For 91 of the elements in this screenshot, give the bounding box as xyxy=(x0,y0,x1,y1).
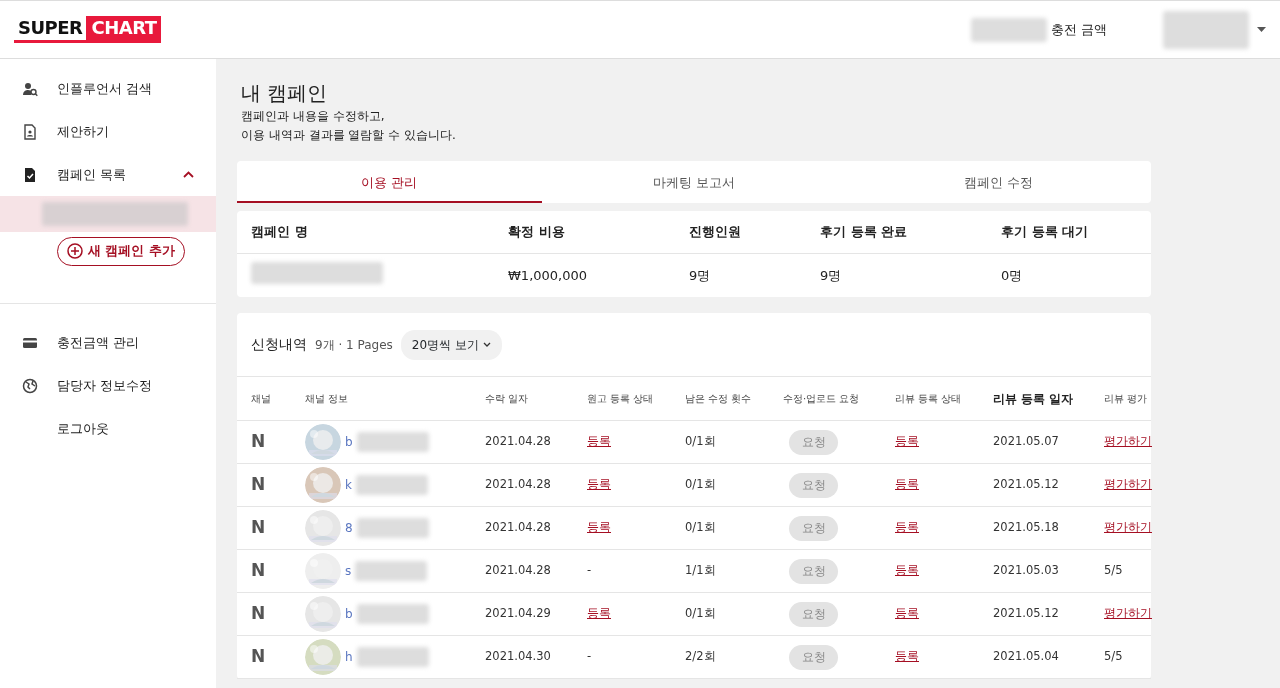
table-cell-text: 2021.05.04 xyxy=(993,648,1060,666)
add-campaign-button[interactable]: 새 캠페인 추가 xyxy=(57,237,185,266)
column-header: 리뷰 평가 xyxy=(1104,392,1149,406)
table-cell-text: 2021.05.07 xyxy=(993,433,1060,451)
table-cell-text: 2021.04.28 xyxy=(485,433,552,451)
table-cell-text: ₩1,000,000 xyxy=(508,266,588,285)
channel-name[interactable]: b xyxy=(345,433,353,451)
page-title: 내 캠페인 xyxy=(241,80,329,107)
page-size-dropdown[interactable]: 20명씩 보기 xyxy=(400,329,502,360)
link[interactable]: 평가하기 xyxy=(1104,434,1152,449)
section-title: 신청내역 xyxy=(251,335,307,354)
tab[interactable]: 마케팅 보고서 xyxy=(541,161,847,203)
column-header: 채널 정보 xyxy=(305,392,350,406)
table-cell-text: 0/1회 xyxy=(685,476,717,494)
link[interactable]: 평가하기 xyxy=(1104,606,1152,621)
table-cell-text: 2021.04.28 xyxy=(485,562,552,580)
chevron-down-icon xyxy=(482,342,491,348)
channel-name[interactable]: k xyxy=(345,476,352,494)
table-cell: 5/5 xyxy=(1104,563,1123,578)
sidebar-item[interactable]: 제안하기 xyxy=(0,110,216,153)
table-cell-text: 0명 xyxy=(1001,266,1024,285)
logo[interactable]: SUPER CHART xyxy=(14,16,162,43)
column-header: 수정·업로드 요청 xyxy=(783,392,861,406)
channel-name[interactable]: b xyxy=(345,605,353,623)
balance-label: 충전 금액 xyxy=(1050,20,1107,39)
table-cell-text: 2021.05.18 xyxy=(993,519,1060,537)
link[interactable]: 등록 xyxy=(895,434,919,449)
channel-label: N xyxy=(251,517,266,538)
channel-label: N xyxy=(251,646,266,667)
table-cell: - xyxy=(587,563,592,578)
column-header: 후기 등록 대기 xyxy=(1001,223,1090,242)
table-cell-text: 0/1회 xyxy=(685,433,717,451)
link[interactable]: 등록 xyxy=(895,520,919,535)
globe-icon xyxy=(22,377,38,394)
table-cell-text: 2021.04.28 xyxy=(485,519,552,537)
sidebar-item[interactable]: 담당자 정보수정 xyxy=(0,364,216,407)
link[interactable]: 평가하기 xyxy=(1104,477,1152,492)
sidebar-item[interactable]: 충전금액 관리 xyxy=(0,321,216,364)
table-cell-text: 9명 xyxy=(689,266,712,285)
link[interactable]: 등록 xyxy=(895,606,919,621)
tab[interactable]: 캠페인 수정 xyxy=(846,161,1151,203)
link[interactable]: 등록 xyxy=(895,649,919,664)
column-header: 수락 일자 xyxy=(485,392,530,406)
column-header: 캠페인 명 xyxy=(251,223,309,242)
column-header: 확정 비용 xyxy=(508,223,566,242)
link[interactable]: 등록 xyxy=(895,477,919,492)
column-header: 채널 xyxy=(251,392,272,406)
tab[interactable]: 이용 관리 xyxy=(237,161,542,203)
user-search-icon xyxy=(22,80,38,97)
table-cell: 5/5 xyxy=(1104,649,1123,664)
table-cell-text: 2/2회 xyxy=(685,648,717,666)
channel-name[interactable]: s xyxy=(345,562,352,580)
channel-label: N xyxy=(251,474,266,495)
table-cell-text: 2021.04.29 xyxy=(485,605,552,623)
table-cell-text: 1/1회 xyxy=(685,562,717,580)
table-cell-text: 0/1회 xyxy=(685,519,717,537)
table-cell-text: 2021.04.30 xyxy=(485,648,552,666)
document-icon xyxy=(22,123,38,140)
table-cell-text: 0/1회 xyxy=(685,605,717,623)
page-subtitle: 이용 내역과 결과를 열람할 수 있습니다. xyxy=(241,127,457,144)
column-header: 진행인원 xyxy=(689,223,742,242)
plus-circle-icon xyxy=(67,243,83,260)
sidebar-item[interactable]: 캠페인 목록 xyxy=(0,153,216,196)
table-cell: - xyxy=(587,649,592,664)
link[interactable]: 등록 xyxy=(895,563,919,578)
channel-label: N xyxy=(251,431,266,452)
link[interactable]: 등록 xyxy=(587,520,611,535)
channel-name[interactable]: 8 xyxy=(345,519,353,537)
link[interactable]: 등록 xyxy=(587,606,611,621)
table-cell-text: 2021.05.03 xyxy=(993,562,1060,580)
table-cell-text: 9명 xyxy=(820,266,843,285)
document-check-icon xyxy=(22,166,38,183)
page-count: 9개 · 1 Pages xyxy=(315,336,393,354)
channel-name[interactable]: h xyxy=(345,648,353,666)
link[interactable]: 등록 xyxy=(587,477,611,492)
table-cell-text: 2021.05.12 xyxy=(993,476,1060,494)
sidebar-item[interactable]: 로그아웃 xyxy=(0,407,216,450)
chevron-up-icon[interactable] xyxy=(183,171,194,178)
channel-label: N xyxy=(251,603,266,624)
table-cell-text: 2021.04.28 xyxy=(485,476,552,494)
link[interactable]: 평가하기 xyxy=(1104,520,1152,535)
column-header: 원고 등록 상태 xyxy=(587,392,655,406)
page-subtitle: 캠페인과 내용을 수정하고, xyxy=(241,108,386,125)
sidebar-item[interactable]: 인플루언서 검색 xyxy=(0,67,216,110)
column-header: 후기 등록 완료 xyxy=(820,223,909,242)
channel-label: N xyxy=(251,560,266,581)
link[interactable]: 등록 xyxy=(587,434,611,449)
table-cell-text: 2021.05.12 xyxy=(993,605,1060,623)
column-header: 리뷰 등록 상태 xyxy=(895,392,963,406)
column-header: 남은 수정 횟수 xyxy=(685,392,753,406)
column-header: 리뷰 등록 일자 xyxy=(993,390,1075,408)
